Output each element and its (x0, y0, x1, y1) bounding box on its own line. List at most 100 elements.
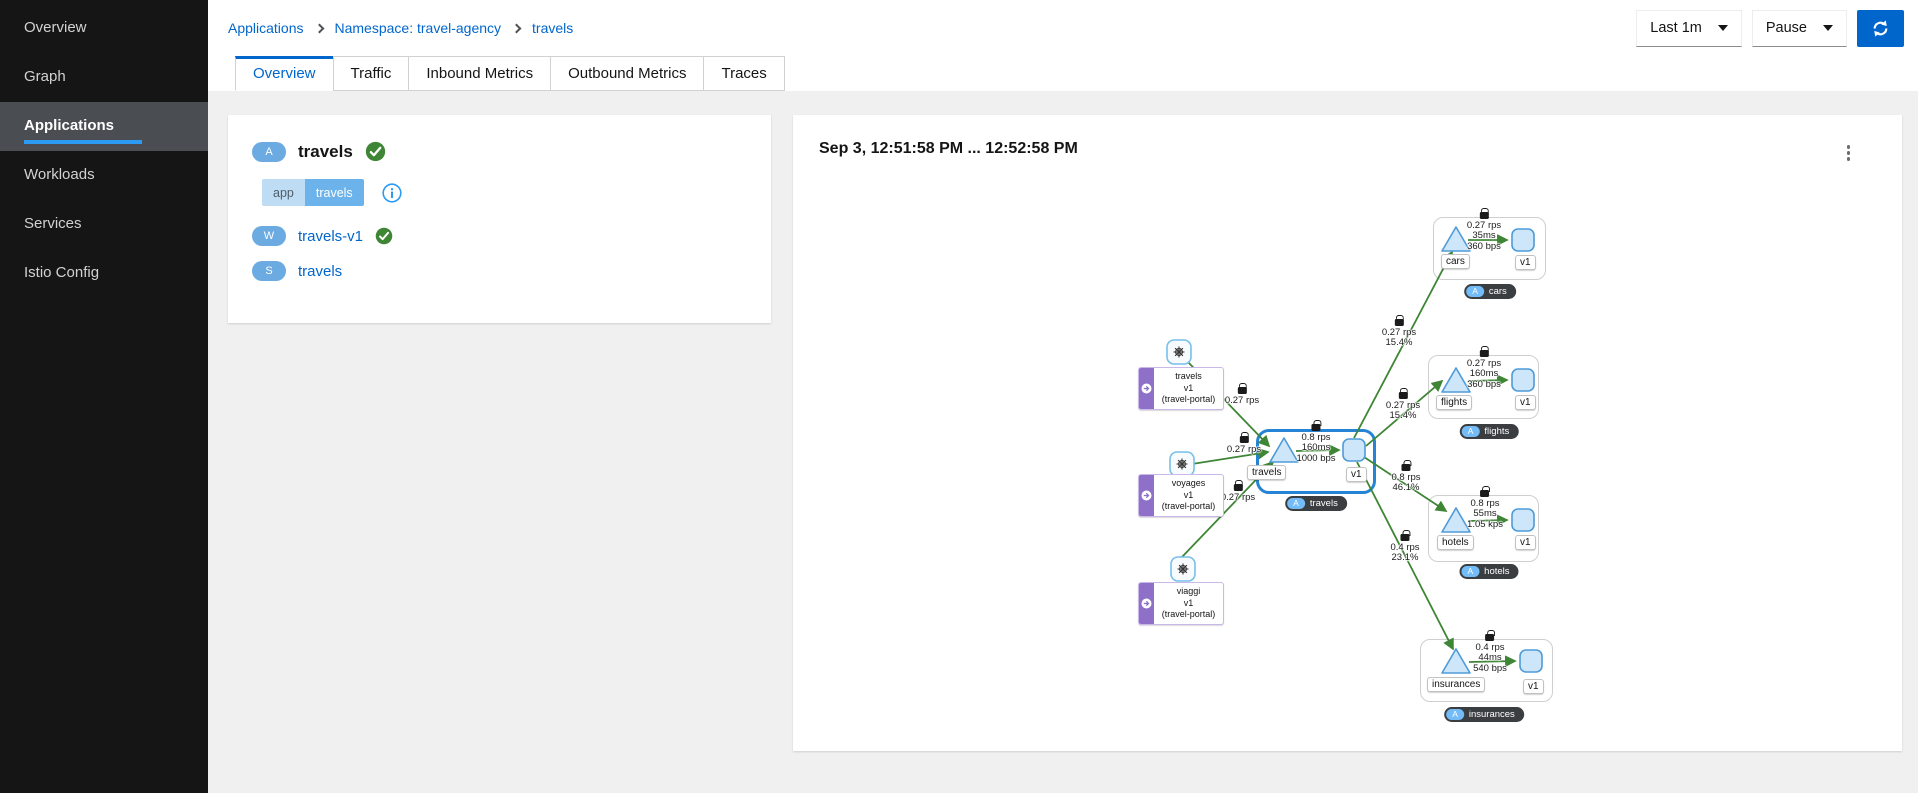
sidebar-item-applications[interactable]: Applications (0, 102, 208, 151)
workload-link[interactable]: travels-v1 (298, 228, 363, 245)
tab-inbound-metrics[interactable]: Inbound Metrics (408, 56, 551, 91)
workload-wheel-icon (1178, 564, 1189, 575)
duration-dropdown[interactable]: Last 1m (1636, 10, 1742, 47)
mtls-lock-icon (1312, 424, 1321, 431)
node-flights-v1[interactable] (1512, 369, 1534, 391)
sidebar-nav: Overview Graph Applications Workloads Se… (0, 0, 208, 793)
health-check-icon (375, 227, 393, 245)
workload-badge: W (252, 226, 286, 246)
refresh-interval-value: Pause (1766, 20, 1807, 36)
chip-travels-v1[interactable]: v1 (1346, 467, 1367, 482)
node-travels-app[interactable] (1270, 438, 1298, 462)
main-area: Applications Namespace: travel-agency tr… (208, 0, 1918, 793)
content-area: A travels app travels (208, 91, 1918, 793)
mtls-lock-icon (1400, 534, 1409, 541)
kebab-menu-button[interactable] (1843, 141, 1855, 165)
service-row: S travels (252, 261, 771, 281)
chip-travels-app[interactable]: travels (1247, 465, 1286, 480)
badge-flights[interactable]: A flights (1460, 424, 1519, 439)
chip-cars-app[interactable]: cars (1441, 254, 1470, 269)
tab-traces[interactable]: Traces (703, 56, 784, 91)
info-icon[interactable] (382, 183, 402, 203)
mini-graph-card: Sep 3, 12:51:58 PM ... 12:52:58 PM (793, 115, 1902, 751)
portal-label-text: travels v1 (travel-portal) (1154, 368, 1223, 409)
label-key: app (262, 179, 305, 206)
mtls-lock-icon (1233, 484, 1242, 491)
portal-label-text: viaggi v1 (travel-portal) (1154, 583, 1223, 624)
node-insurances-app[interactable] (1442, 649, 1470, 673)
breadcrumb-namespace[interactable]: Namespace: travel-agency (335, 20, 502, 36)
chip-cars-v1[interactable]: v1 (1515, 255, 1536, 270)
chevron-right-icon (512, 23, 522, 33)
health-check-icon (365, 141, 386, 162)
application-name: travels (298, 142, 353, 162)
sidebar-item-graph[interactable]: Graph (0, 53, 208, 102)
mtls-lock-icon (1479, 212, 1488, 219)
chevron-down-icon (1823, 25, 1833, 31)
edge-label-viaggi: 0.27 rps (1221, 480, 1255, 503)
label-value: travels (305, 179, 364, 206)
edge-label-travels-to-insurances: 0.4 rps23.1% (1390, 530, 1419, 564)
chevron-right-icon (314, 23, 324, 33)
workload-wheel-icon (1174, 347, 1185, 358)
edge-stats-insurances: 0.4 rps44ms540 bps (1473, 630, 1507, 674)
node-cars-app[interactable] (1442, 227, 1470, 251)
root-indicator-icon (1139, 368, 1154, 409)
node-insurances-v1[interactable] (1520, 650, 1542, 672)
traffic-graph[interactable]: travels v1 (travel-portal) voyages v1 (t… (793, 115, 1902, 751)
portal-label-voyages[interactable]: voyages v1 (travel-portal) (1138, 474, 1224, 517)
sidebar-item-overview[interactable]: Overview (0, 4, 208, 53)
chip-insurances-v1[interactable]: v1 (1523, 679, 1544, 694)
tab-overview[interactable]: Overview (235, 56, 334, 91)
chip-flights-app[interactable]: flights (1436, 395, 1472, 410)
node-portal-voyages[interactable] (1170, 452, 1194, 476)
refresh-button[interactable] (1857, 10, 1904, 47)
root-indicator-icon (1139, 583, 1154, 624)
app-labels-row: app travels (252, 179, 771, 206)
tab-outbound-metrics[interactable]: Outbound Metrics (550, 56, 704, 91)
workload-row: W travels-v1 (252, 226, 771, 246)
app-label[interactable]: app travels (262, 179, 364, 206)
chip-flights-v1[interactable]: v1 (1515, 395, 1536, 410)
chevron-down-icon (1718, 25, 1728, 31)
node-flights-app[interactable] (1442, 368, 1470, 392)
chip-insurances-app[interactable]: insurances (1427, 677, 1485, 692)
duration-value: Last 1m (1650, 20, 1702, 36)
breadcrumb-travels[interactable]: travels (532, 20, 573, 36)
mtls-lock-icon (1398, 392, 1407, 399)
badge-hotels[interactable]: A hotels (1459, 564, 1518, 579)
badge-travels[interactable]: A travels (1285, 496, 1347, 511)
detail-tabs: Overview Traffic Inbound Metrics Outboun… (208, 56, 1918, 91)
node-hotels-v1[interactable] (1512, 509, 1534, 531)
mtls-lock-icon (1479, 350, 1488, 357)
top-bar: Applications Namespace: travel-agency tr… (208, 0, 1918, 56)
node-portal-travels[interactable] (1167, 340, 1191, 364)
sidebar-item-services[interactable]: Services (0, 200, 208, 249)
chip-hotels-app[interactable]: hotels (1437, 535, 1474, 550)
edge-stats-flights: 0.27 rps160ms360 bps (1467, 346, 1501, 390)
sidebar-item-workloads[interactable]: Workloads (0, 151, 208, 200)
node-hotels-app[interactable] (1442, 508, 1470, 532)
refresh-interval-dropdown[interactable]: Pause (1752, 10, 1847, 47)
badge-insurances[interactable]: A insurances (1444, 707, 1524, 722)
service-link[interactable]: travels (298, 263, 342, 280)
node-portal-viaggi[interactable] (1171, 557, 1195, 581)
sidebar-item-istio-config[interactable]: Istio Config (0, 249, 208, 298)
tab-traffic[interactable]: Traffic (333, 56, 410, 91)
kiali-app: Overview Graph Applications Workloads Se… (0, 0, 1918, 793)
app-title-row: A travels (252, 141, 771, 162)
node-travels-v1[interactable] (1343, 439, 1365, 461)
mtls-lock-icon (1239, 436, 1248, 443)
edge-label-voyages: 0.27 rps (1227, 432, 1261, 455)
edge-stats-travels: 0.8 rps160ms1000 bps (1296, 420, 1335, 464)
chip-hotels-v1[interactable]: v1 (1515, 535, 1536, 550)
portal-label-viaggi[interactable]: viaggi v1 (travel-portal) (1138, 582, 1224, 625)
node-cars-v1[interactable] (1512, 229, 1534, 251)
edge-label-portal-travels: 0.27 rps (1225, 383, 1259, 406)
edge-label-travels-to-flights: 0.27 rps15.4% (1386, 388, 1420, 422)
badge-cars[interactable]: A cars (1464, 284, 1516, 299)
application-badge: A (252, 142, 286, 162)
sync-icon (1872, 20, 1889, 37)
portal-label-travels[interactable]: travels v1 (travel-portal) (1138, 367, 1224, 410)
breadcrumb-applications[interactable]: Applications (228, 20, 304, 36)
